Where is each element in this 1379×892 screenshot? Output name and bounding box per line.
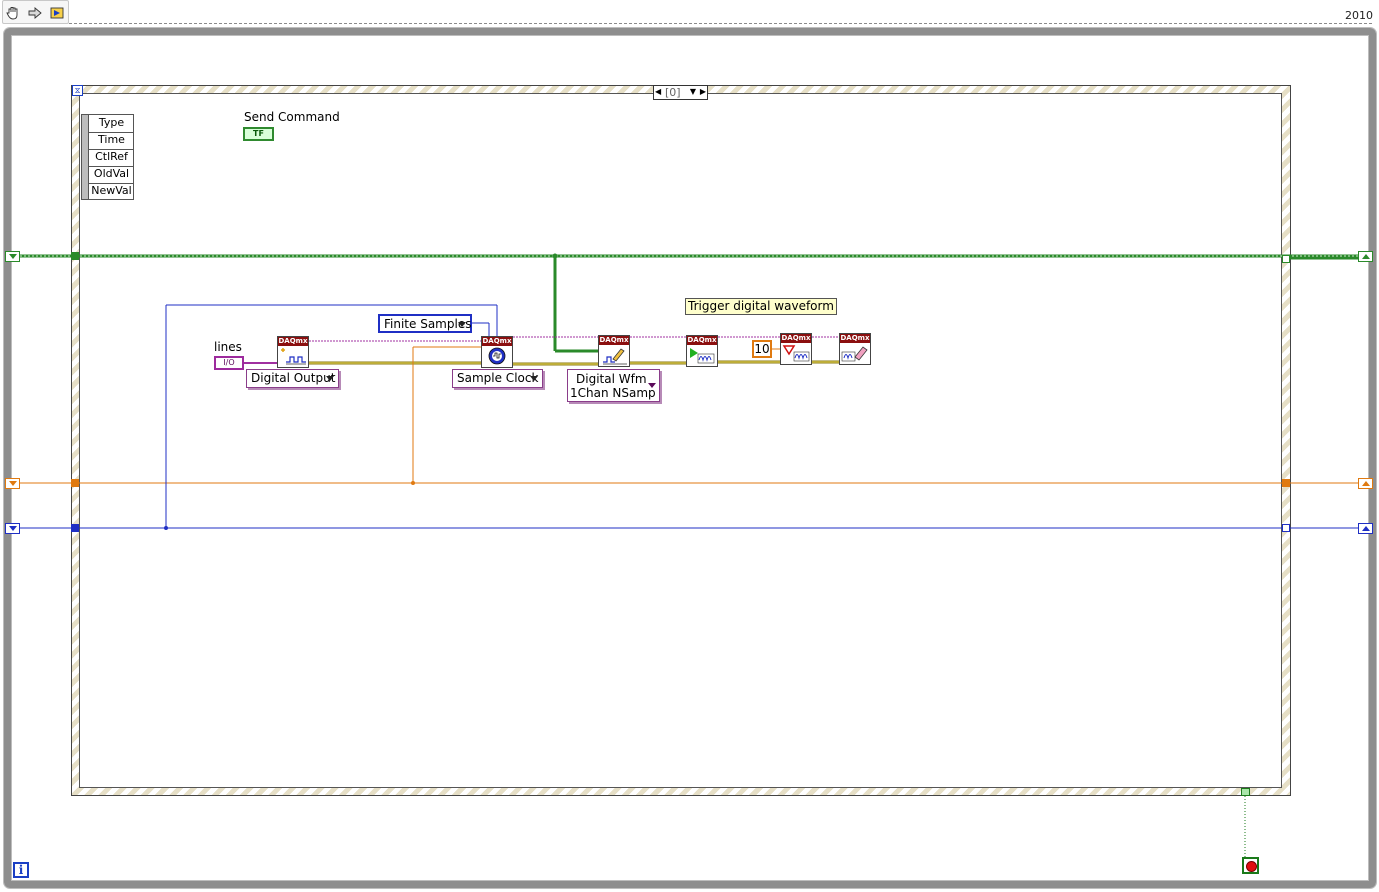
timeout-constant[interactable]: 10 <box>752 340 772 358</box>
wire-layer <box>20 253 1358 857</box>
channel-type-constant[interactable]: Digital Output <box>246 369 339 388</box>
play-icon <box>690 348 715 364</box>
iteration-info-icon[interactable]: i <box>13 862 29 878</box>
timing-type-value: Sample Clock <box>457 371 539 385</box>
vi-header: DAQmx <box>278 337 308 346</box>
send-command-label: Send Command <box>244 110 340 124</box>
vi-header: DAQmx <box>482 337 512 346</box>
chevron-down-icon <box>530 376 538 381</box>
trigger-comment[interactable]: Trigger digital waveform <box>685 298 837 315</box>
orange-shift-register-left[interactable] <box>5 478 20 489</box>
orange-shift-register-right[interactable] <box>1358 478 1373 489</box>
daqmx-clear-task-vi[interactable]: DAQmx <box>839 333 871 365</box>
daqmx-start-task-vi[interactable]: DAQmx <box>686 335 718 367</box>
eraser-icon <box>841 346 868 362</box>
blue-shift-register-right[interactable] <box>1358 523 1373 534</box>
vi-header: DAQmx <box>840 334 870 343</box>
vi-header: DAQmx <box>781 334 811 343</box>
wire-junction <box>411 481 415 485</box>
daqmx-wait-until-done-vi[interactable]: DAQmx <box>780 333 812 365</box>
blue-tunnel-out[interactable] <box>1282 524 1290 532</box>
lines-label: lines <box>214 340 242 354</box>
task-tunnel-out[interactable] <box>1282 255 1290 263</box>
wire-junction <box>164 526 168 530</box>
write-type-line1: Digital Wfm <box>576 372 647 386</box>
task-shift-register-left[interactable] <box>5 251 20 262</box>
chevron-down-icon <box>326 376 334 381</box>
wire-junction <box>552 253 558 259</box>
blue-shift-register-left[interactable] <box>5 523 20 534</box>
loop-condition-stop-icon[interactable] <box>1242 857 1259 874</box>
blue-tunnel-in[interactable] <box>71 524 79 532</box>
pencil-icon <box>603 348 627 365</box>
chevron-down-icon <box>648 383 656 388</box>
daqmx-timing-vi[interactable]: DAQmx <box>481 336 513 368</box>
vi-header: DAQmx <box>599 336 629 345</box>
vi-header: DAQmx <box>687 336 717 345</box>
stop-tunnel[interactable] <box>1241 788 1250 796</box>
create-channel-icon <box>281 348 306 365</box>
lines-terminal[interactable]: I/O <box>214 356 244 370</box>
channel-type-value: Digital Output <box>251 371 336 385</box>
clock-icon <box>488 347 506 365</box>
write-type-line2: 1Chan NSamp <box>570 386 656 400</box>
timing-type-constant[interactable]: Sample Clock <box>452 369 543 388</box>
error-wire <box>244 360 839 366</box>
daqmx-create-channel-vi[interactable]: DAQmx <box>277 336 309 368</box>
write-type-constant[interactable]: Digital Wfm 1Chan NSamp <box>567 369 660 402</box>
daqmx-write-vi[interactable]: DAQmx <box>598 335 630 367</box>
send-command-terminal[interactable]: TF <box>243 127 274 141</box>
sample-mode-constant[interactable]: Finite Samples <box>378 314 472 333</box>
wait-icon <box>782 345 810 362</box>
chevron-down-icon <box>458 322 466 327</box>
orange-tunnel-in[interactable] <box>71 479 79 487</box>
task-tunnel-in[interactable] <box>71 252 79 260</box>
task-shift-register-right[interactable] <box>1358 251 1373 262</box>
orange-tunnel-out[interactable] <box>1282 479 1290 487</box>
